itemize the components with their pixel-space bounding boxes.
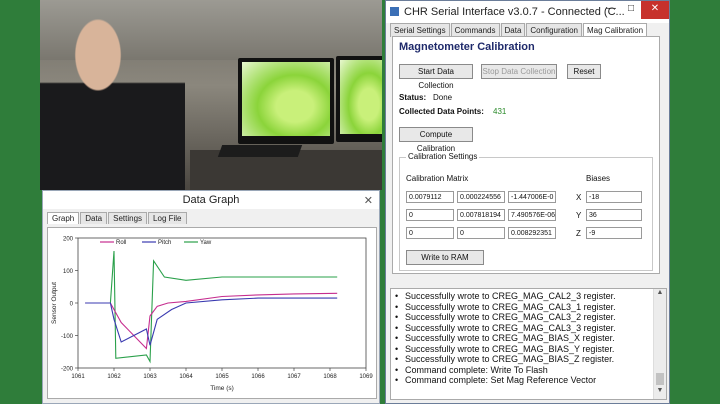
person	[40, 10, 185, 190]
y-tick-label: 200	[63, 237, 74, 243]
chr-serial-window: CHR Serial Interface v3.0.7 - Connected …	[385, 0, 670, 404]
bias-y-field[interactable]: 36	[586, 209, 642, 221]
x-tick-label: 1065	[215, 374, 229, 380]
log-line: Successfully wrote to CREG_MAG_BIAS_X re…	[395, 333, 666, 344]
scroll-up-icon[interactable]: ▲	[654, 289, 666, 301]
close-icon[interactable]: ✕	[364, 192, 373, 210]
bias-y-label: Y	[576, 211, 582, 220]
tab-serial-settings[interactable]: Serial Settings	[390, 23, 450, 37]
close-button[interactable]: ✕	[641, 1, 669, 19]
scroll-down-icon[interactable]: ▼	[654, 387, 666, 399]
monitor-right	[336, 56, 382, 142]
data-graph-window: Data Graph ✕ Graph Data Settings Log Fil…	[42, 190, 380, 404]
log-line: Command complete: Write To Flash	[395, 365, 666, 376]
calibration-settings-label: Calibration Settings	[406, 152, 480, 161]
status-value: Done	[433, 93, 453, 102]
app-icon	[390, 7, 399, 16]
matrix-cell[interactable]: 0.0079112	[406, 191, 454, 203]
bias-x-label: X	[576, 193, 582, 202]
x-tick-label: 1063	[143, 374, 157, 380]
log-line: Successfully wrote to CREG_MAG_BIAS_Y re…	[395, 344, 666, 355]
x-tick-label: 1061	[71, 374, 85, 380]
bias-z-field[interactable]: -9	[586, 227, 642, 239]
legend-label: Roll	[116, 240, 126, 246]
x-tick-label: 1068	[323, 374, 337, 380]
matrix-cell[interactable]: 0	[406, 227, 454, 239]
log-line: Successfully wrote to CREG_MAG_CAL3_2 re…	[395, 312, 666, 323]
status-label: Status:	[399, 93, 427, 102]
log-line: Successfully wrote to CREG_MAG_CAL3_3 re…	[395, 323, 666, 334]
legend-label: Yaw	[200, 240, 212, 246]
sensor-chart: 200 100 0 -100 -2001061 1062 1063 1064 1065 1066 1…	[51, 237, 373, 393]
tab-commands[interactable]: Commands	[450, 23, 500, 37]
chr-titlebar: CHR Serial Interface v3.0.7 - Connected …	[386, 1, 669, 23]
keyboard	[217, 145, 303, 157]
graph-window-title: Data Graph	[182, 194, 240, 206]
matrix-cell[interactable]: 0	[406, 209, 454, 221]
x-axis-label: Time (s)	[210, 385, 234, 392]
monitor-left	[238, 58, 334, 144]
bias-x-field[interactable]: -18	[586, 191, 642, 203]
tab-configuration[interactable]: Configuration	[526, 23, 582, 37]
tab-data[interactable]: Data	[500, 23, 526, 37]
points-value: 431	[493, 107, 507, 116]
minimize-button[interactable]: —	[601, 1, 621, 19]
matrix-cell[interactable]: -1.447006E-0	[508, 191, 556, 203]
points-label: Collected Data Points:	[399, 107, 484, 116]
x-tick-label: 1066	[251, 374, 265, 380]
mag-calibration-panel: Magnetometer Calibration Start Data Coll…	[392, 36, 660, 274]
x-tick-label: 1064	[179, 374, 193, 380]
matrix-cell[interactable]: 7.490576E-06	[508, 209, 556, 221]
biases-label: Biases	[586, 174, 611, 183]
maximize-button[interactable]: □	[621, 1, 641, 19]
calibration-settings-group: Calibration Settings Calibration Matrix …	[399, 152, 653, 271]
panel-heading: Magnetometer Calibration	[399, 41, 535, 53]
chr-tabs: Serial Settings Commands Data Configurat…	[390, 23, 648, 37]
y-tick-label: -100	[61, 334, 74, 340]
matrix-cell[interactable]: 0	[457, 227, 505, 239]
y-tick-label: 100	[63, 269, 74, 275]
y-tick-label: 0	[70, 302, 74, 308]
plot-frame	[77, 237, 367, 369]
reset-button[interactable]: Reset	[567, 64, 601, 79]
stop-data-collection-button[interactable]: Stop Data Collection	[481, 64, 557, 79]
legend-label: Pitch	[158, 240, 171, 246]
write-to-ram-button[interactable]: Write to RAM	[406, 250, 484, 265]
tab-log-file[interactable]: Log File	[148, 212, 187, 224]
log-scrollbar[interactable]: ▲ ▼	[653, 289, 666, 399]
log-output[interactable]: Successfully wrote to CREG_MAG_CAL2_3 re…	[390, 288, 667, 400]
bias-z-label: Z	[576, 229, 581, 238]
plot-area: 200 100 0 -100 -200 1061 1062 1063 1064 1065 1066 1…	[47, 227, 377, 399]
tab-settings[interactable]: Settings	[108, 212, 148, 224]
matrix-cell[interactable]: 0.007818194	[457, 209, 505, 221]
compute-calibration-button[interactable]: Compute Calibration	[399, 127, 473, 153]
scroll-thumb[interactable]	[656, 373, 664, 385]
start-data-collection-button[interactable]: Start Data Collection	[399, 64, 473, 90]
chr-window-title: CHR Serial Interface v3.0.7 - Connected …	[404, 6, 625, 18]
log-line: Successfully wrote to CREG_MAG_BIAS_Z re…	[395, 354, 666, 365]
log-line: Command complete: Set Mag Reference Vect…	[395, 375, 666, 386]
matrix-cell[interactable]: 0.000224556	[457, 191, 505, 203]
y-axis-label: Sensor Output	[51, 282, 58, 324]
matrix-cell[interactable]: 0.008292351	[508, 227, 556, 239]
log-line: Successfully wrote to CREG_MAG_CAL3_1 re…	[395, 302, 666, 313]
tab-mag-calibration[interactable]: Mag Calibration	[583, 23, 648, 37]
log-line: Successfully wrote to CREG_MAG_CAL2_3 re…	[395, 291, 666, 302]
video-feed	[40, 0, 382, 190]
x-tick-label: 1067	[287, 374, 301, 380]
tab-data[interactable]: Data	[80, 212, 108, 224]
x-tick-label: 1062	[107, 374, 121, 380]
y-tick-label: -200	[61, 367, 74, 373]
graph-tabs: Graph Data Settings Log File	[47, 212, 379, 224]
tab-graph[interactable]: Graph	[47, 212, 80, 224]
x-tick-label: 1069	[359, 374, 373, 380]
graph-window-titlebar: Data Graph ✕	[43, 191, 379, 209]
calibration-matrix-label: Calibration Matrix	[406, 174, 469, 183]
